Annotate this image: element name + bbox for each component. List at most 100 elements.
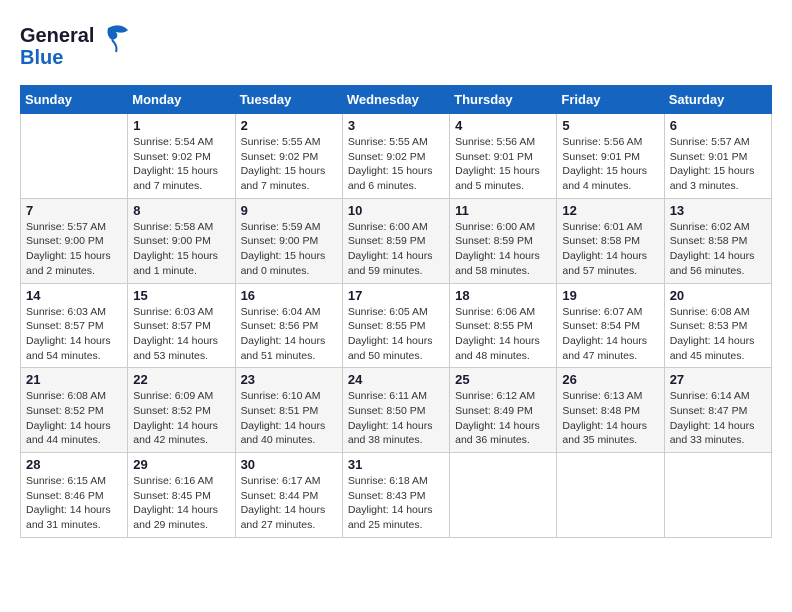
day-cell: 30 Sunrise: 6:17 AMSunset: 8:44 PMDayligh… bbox=[235, 453, 342, 538]
day-cell: 14 Sunrise: 6:03 AMSunset: 8:57 PMDayligh… bbox=[21, 283, 128, 368]
day-info: Sunrise: 6:18 AMSunset: 8:43 PMDaylight:… bbox=[348, 474, 444, 533]
day-cell bbox=[557, 453, 664, 538]
day-number: 6 bbox=[670, 118, 766, 133]
header-monday: Monday bbox=[128, 86, 235, 114]
day-number: 21 bbox=[26, 372, 122, 387]
day-cell: 31Sunrise: 6:18 AMSunset: 8:43 PMDayligh… bbox=[342, 453, 449, 538]
day-info: Sunrise: 6:08 AMSunset: 8:53 PMDaylight:… bbox=[670, 305, 766, 364]
day-number: 26 bbox=[562, 372, 658, 387]
day-number: 15 bbox=[133, 288, 229, 303]
day-info: Sunrise: 6:16 AMSunset: 8:45 PMDaylight:… bbox=[133, 474, 229, 533]
header-saturday: Saturday bbox=[664, 86, 771, 114]
day-cell: 1Sunrise: 5:54 AMSunset: 9:02 PMDaylight… bbox=[128, 114, 235, 199]
day-number: 11 bbox=[455, 203, 551, 218]
page-header: General Blue bbox=[20, 20, 772, 75]
header-wednesday: Wednesday bbox=[342, 86, 449, 114]
day-number: 13 bbox=[670, 203, 766, 218]
day-cell: 28 Sunrise: 6:15 AMSunset: 8:46 PMDayligh… bbox=[21, 453, 128, 538]
day-info: Sunrise: 6:13 AMSunset: 8:48 PMDaylight:… bbox=[562, 389, 658, 448]
day-info: Sunrise: 6:02 AMSunset: 8:58 PMDaylight:… bbox=[670, 220, 766, 279]
svg-text:Blue: Blue bbox=[20, 47, 63, 69]
day-number: 3 bbox=[348, 118, 444, 133]
day-cell: 9Sunrise: 5:59 AMSunset: 9:00 PMDaylight… bbox=[235, 198, 342, 283]
day-cell: 22Sunrise: 6:09 AMSunset: 8:52 PMDayligh… bbox=[128, 368, 235, 453]
day-info: Sunrise: 6:08 AMSunset: 8:52 PMDaylight:… bbox=[26, 389, 122, 448]
day-number: 17 bbox=[348, 288, 444, 303]
day-cell: 6Sunrise: 5:57 AMSunset: 9:01 PMDaylight… bbox=[664, 114, 771, 199]
day-info: Sunrise: 5:55 AMSunset: 9:02 PMDaylight:… bbox=[348, 135, 444, 194]
day-number: 28 bbox=[26, 457, 122, 472]
day-cell: 18 Sunrise: 6:06 AMSunset: 8:55 PMDayligh… bbox=[450, 283, 557, 368]
calendar-header-row: SundayMondayTuesdayWednesdayThursdayFrid… bbox=[21, 86, 772, 114]
day-info: Sunrise: 5:54 AMSunset: 9:02 PMDaylight:… bbox=[133, 135, 229, 194]
day-number: 20 bbox=[670, 288, 766, 303]
day-info: Sunrise: 6:17 AMSunset: 8:44 PMDaylight:… bbox=[241, 474, 337, 533]
day-cell: 12 Sunrise: 6:01 AMSunset: 8:58 PMDayligh… bbox=[557, 198, 664, 283]
day-info: Sunrise: 5:56 AMSunset: 9:01 PMDaylight:… bbox=[455, 135, 551, 194]
day-cell: 21 Sunrise: 6:08 AMSunset: 8:52 PMDayligh… bbox=[21, 368, 128, 453]
day-info: Sunrise: 5:57 AMSunset: 9:00 PMDaylight:… bbox=[26, 220, 122, 279]
header-friday: Friday bbox=[557, 86, 664, 114]
day-info: Sunrise: 5:55 AMSunset: 9:02 PMDaylight:… bbox=[241, 135, 337, 194]
day-info: Sunrise: 6:03 AMSunset: 8:57 PMDaylight:… bbox=[26, 305, 122, 364]
day-number: 23 bbox=[241, 372, 337, 387]
day-cell: 19 Sunrise: 6:07 AMSunset: 8:54 PMDayligh… bbox=[557, 283, 664, 368]
day-cell: 20 Sunrise: 6:08 AMSunset: 8:53 PMDayligh… bbox=[664, 283, 771, 368]
day-cell: 24 Sunrise: 6:11 AMSunset: 8:50 PMDayligh… bbox=[342, 368, 449, 453]
calendar-table: SundayMondayTuesdayWednesdayThursdayFrid… bbox=[20, 85, 772, 538]
day-number: 8 bbox=[133, 203, 229, 218]
header-sunday: Sunday bbox=[21, 86, 128, 114]
day-cell: 2 Sunrise: 5:55 AMSunset: 9:02 PMDaylight… bbox=[235, 114, 342, 199]
day-cell: 7 Sunrise: 5:57 AMSunset: 9:00 PMDaylight… bbox=[21, 198, 128, 283]
logo: General Blue bbox=[20, 20, 150, 75]
day-info: Sunrise: 6:06 AMSunset: 8:55 PMDaylight:… bbox=[455, 305, 551, 364]
day-cell: 4 Sunrise: 5:56 AMSunset: 9:01 PMDaylight… bbox=[450, 114, 557, 199]
day-cell: 10Sunrise: 6:00 AMSunset: 8:59 PMDayligh… bbox=[342, 198, 449, 283]
day-number: 27 bbox=[670, 372, 766, 387]
day-info: Sunrise: 6:04 AMSunset: 8:56 PMDaylight:… bbox=[241, 305, 337, 364]
day-info: Sunrise: 6:10 AMSunset: 8:51 PMDaylight:… bbox=[241, 389, 337, 448]
day-info: Sunrise: 6:07 AMSunset: 8:54 PMDaylight:… bbox=[562, 305, 658, 364]
day-cell: 29Sunrise: 6:16 AMSunset: 8:45 PMDayligh… bbox=[128, 453, 235, 538]
day-cell: 17 Sunrise: 6:05 AMSunset: 8:55 PMDayligh… bbox=[342, 283, 449, 368]
day-info: Sunrise: 6:14 AMSunset: 8:47 PMDaylight:… bbox=[670, 389, 766, 448]
day-number: 19 bbox=[562, 288, 658, 303]
day-info: Sunrise: 6:11 AMSunset: 8:50 PMDaylight:… bbox=[348, 389, 444, 448]
day-number: 25 bbox=[455, 372, 551, 387]
day-number: 14 bbox=[26, 288, 122, 303]
day-info: Sunrise: 6:15 AMSunset: 8:46 PMDaylight:… bbox=[26, 474, 122, 533]
day-number: 18 bbox=[455, 288, 551, 303]
day-cell: 27 Sunrise: 6:14 AMSunset: 8:47 PMDayligh… bbox=[664, 368, 771, 453]
day-number: 10 bbox=[348, 203, 444, 218]
day-number: 22 bbox=[133, 372, 229, 387]
day-info: Sunrise: 5:59 AMSunset: 9:00 PMDaylight:… bbox=[241, 220, 337, 279]
day-number: 7 bbox=[26, 203, 122, 218]
svg-text:General: General bbox=[20, 25, 94, 47]
day-info: Sunrise: 5:56 AMSunset: 9:01 PMDaylight:… bbox=[562, 135, 658, 194]
day-cell: 3 Sunrise: 5:55 AMSunset: 9:02 PMDaylight… bbox=[342, 114, 449, 199]
week-row-5: 28 Sunrise: 6:15 AMSunset: 8:46 PMDayligh… bbox=[21, 453, 772, 538]
week-row-1: 1Sunrise: 5:54 AMSunset: 9:02 PMDaylight… bbox=[21, 114, 772, 199]
day-number: 12 bbox=[562, 203, 658, 218]
week-row-4: 21 Sunrise: 6:08 AMSunset: 8:52 PMDayligh… bbox=[21, 368, 772, 453]
day-cell bbox=[21, 114, 128, 199]
header-tuesday: Tuesday bbox=[235, 86, 342, 114]
day-number: 5 bbox=[562, 118, 658, 133]
day-number: 4 bbox=[455, 118, 551, 133]
day-info: Sunrise: 5:58 AMSunset: 9:00 PMDaylight:… bbox=[133, 220, 229, 279]
day-number: 30 bbox=[241, 457, 337, 472]
day-cell bbox=[450, 453, 557, 538]
day-info: Sunrise: 6:03 AMSunset: 8:57 PMDaylight:… bbox=[133, 305, 229, 364]
day-info: Sunrise: 6:00 AMSunset: 8:59 PMDaylight:… bbox=[455, 220, 551, 279]
day-cell: 5 Sunrise: 5:56 AMSunset: 9:01 PMDaylight… bbox=[557, 114, 664, 199]
day-cell: 11 Sunrise: 6:00 AMSunset: 8:59 PMDayligh… bbox=[450, 198, 557, 283]
day-number: 2 bbox=[241, 118, 337, 133]
day-info: Sunrise: 6:01 AMSunset: 8:58 PMDaylight:… bbox=[562, 220, 658, 279]
day-info: Sunrise: 6:12 AMSunset: 8:49 PMDaylight:… bbox=[455, 389, 551, 448]
day-cell: 26 Sunrise: 6:13 AMSunset: 8:48 PMDayligh… bbox=[557, 368, 664, 453]
day-cell: 16Sunrise: 6:04 AMSunset: 8:56 PMDayligh… bbox=[235, 283, 342, 368]
week-row-2: 7 Sunrise: 5:57 AMSunset: 9:00 PMDaylight… bbox=[21, 198, 772, 283]
day-number: 24 bbox=[348, 372, 444, 387]
day-cell: 25 Sunrise: 6:12 AMSunset: 8:49 PMDayligh… bbox=[450, 368, 557, 453]
day-info: Sunrise: 6:05 AMSunset: 8:55 PMDaylight:… bbox=[348, 305, 444, 364]
